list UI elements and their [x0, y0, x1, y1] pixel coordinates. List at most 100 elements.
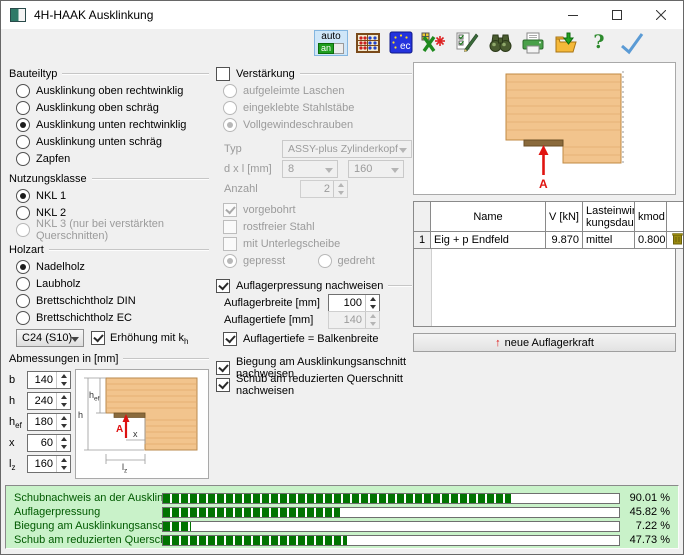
- group-nutzungsklasse: Nutzungsklasse: [9, 171, 209, 187]
- radio-laschen: aufgeleimte Laschen: [216, 82, 412, 99]
- spin-value: 240: [28, 393, 56, 409]
- radio-nadelholz[interactable]: Nadelholz: [9, 258, 209, 275]
- spin-buttons[interactable]: [56, 393, 70, 409]
- b-spinner[interactable]: 140: [27, 371, 71, 389]
- result-value: 45.82 %: [626, 506, 670, 518]
- auto-label: auto: [321, 32, 340, 42]
- radio-label: Brettschichtholz EC: [36, 312, 132, 324]
- verstaerkung-checkbox[interactable]: Verstärkung: [216, 67, 295, 81]
- radio-label: Ausklinkung unten rechtwinklig: [36, 119, 186, 131]
- cell-dauer[interactable]: mittel: [583, 232, 635, 249]
- search-button[interactable]: [487, 31, 513, 55]
- grade-select[interactable]: C24 (S10): [16, 329, 84, 347]
- help-button[interactable]: ?: [586, 31, 612, 55]
- radio-label: Ausklinkung oben schräg: [36, 102, 159, 114]
- close-button[interactable]: [639, 1, 683, 29]
- chevron-down-icon: [399, 148, 407, 153]
- checkbox-icon: [216, 279, 230, 293]
- eurocode-button[interactable]: ec: [388, 31, 414, 55]
- support-A-label: A: [539, 177, 548, 191]
- cell-v[interactable]: 9.870: [546, 232, 583, 249]
- group-abmessungen: Abmessungen in [mm]: [9, 351, 209, 367]
- field-hef: hef 180: [9, 411, 71, 432]
- radio-ausklinkung-oben-schraeg[interactable]: Ausklinkung oben schräg: [9, 99, 209, 116]
- h-label: h: [78, 410, 83, 420]
- group-caption: Verstärkung: [236, 68, 295, 80]
- confirm-check-icon: [619, 31, 645, 55]
- x-spinner[interactable]: 60: [27, 434, 71, 452]
- radio-label: aufgeleimte Laschen: [243, 85, 345, 97]
- delete-row-button[interactable]: [667, 232, 684, 249]
- new-support-load-button[interactable]: ↑ neue Auflagerkraft: [413, 333, 676, 352]
- field-label: b: [9, 374, 27, 386]
- auflagerpressung-checkbox[interactable]: Auflagerpressung nachweisen: [216, 279, 383, 293]
- auflagerbreite-row: Auflagerbreite [mm] 100: [216, 294, 412, 311]
- edit-checklist-button[interactable]: [454, 31, 480, 55]
- delete-loads-button[interactable]: [421, 31, 447, 55]
- checkbox-label: Auflagertiefe = Balkenbreite: [243, 333, 378, 345]
- checkbox-label: mit Unterlegscheibe: [243, 238, 340, 250]
- import-button[interactable]: [553, 31, 579, 55]
- progress-bar: [162, 493, 620, 504]
- radio-icon: [16, 294, 30, 308]
- progress-bar: [162, 521, 620, 532]
- radio-bsh-din[interactable]: Brettschichtholz DIN: [9, 292, 209, 309]
- spin-buttons[interactable]: [56, 414, 70, 430]
- lz-spinner[interactable]: 160: [27, 455, 71, 473]
- spin-buttons[interactable]: [365, 295, 379, 311]
- spin-buttons[interactable]: [56, 435, 70, 451]
- maximize-button[interactable]: [595, 1, 639, 29]
- spin-buttons[interactable]: [56, 456, 70, 472]
- spin-value: 140: [28, 372, 56, 388]
- app-icon: [10, 8, 26, 22]
- auto-an-toggle-button[interactable]: auto an: [314, 30, 348, 56]
- radio-icon: [16, 206, 30, 220]
- spin-buttons[interactable]: [56, 372, 70, 388]
- result-row: Biegung am Ausklinkungsanschnitt 7.22 %: [6, 519, 678, 533]
- load-table-button[interactable]: [355, 31, 381, 55]
- checkbox-tiefe-balkenbreite[interactable]: Auflagertiefe = Balkenbreite: [216, 330, 412, 347]
- radio-nkl1[interactable]: NKL 1: [9, 187, 209, 204]
- x-label: x: [133, 429, 138, 439]
- group-rule: [388, 285, 412, 287]
- radio-bsh-ec[interactable]: Brettschichtholz EC: [9, 309, 209, 326]
- radio-icon: [16, 260, 30, 274]
- hef-spinner[interactable]: 180: [27, 413, 71, 431]
- toolbar: auto an ec: [1, 29, 683, 57]
- radio-icon: [16, 277, 30, 291]
- printer-icon: [521, 32, 545, 54]
- radio-zapfen[interactable]: Zapfen: [9, 150, 209, 167]
- group-auflagerpressung: Auflagerpressung nachweisen: [216, 278, 412, 294]
- cell-name[interactable]: Eig + p Endfeld: [431, 232, 546, 249]
- radio-icon: [16, 84, 30, 98]
- spin-value: 140: [329, 312, 365, 328]
- progress-bar: [162, 507, 620, 518]
- checkbox-schub[interactable]: Schub am reduzierten Querschnitt nachwei…: [216, 376, 412, 393]
- d-select: 8: [282, 160, 338, 178]
- radio-ausklinkung-oben-rechtwinklig[interactable]: Ausklinkung oben rechtwinklig: [9, 82, 209, 99]
- radio-ausklinkung-unten-schraeg[interactable]: Ausklinkung unten schräg: [9, 133, 209, 150]
- radio-icon: [16, 189, 30, 203]
- result-row: Auflagerpressung 45.82 %: [6, 505, 678, 519]
- confirm-button[interactable]: [619, 31, 645, 55]
- print-button[interactable]: [520, 31, 546, 55]
- minimize-button[interactable]: [551, 1, 595, 29]
- cell-kmod[interactable]: 0.800: [635, 232, 667, 249]
- hef-label: hef: [89, 390, 100, 403]
- table-row[interactable]: 1 Eig + p Endfeld 9.870 mittel 0.800: [414, 232, 684, 249]
- kh-checkbox[interactable]: Erhöhung mit kh: [91, 331, 188, 345]
- group-bauteiltyp: Bauteiltyp: [9, 66, 209, 82]
- dimension-diagram: h hef A x lz: [75, 369, 209, 479]
- window-title: 4H-HAAK Ausklinkung: [34, 8, 551, 22]
- anzahl-spinner: 2: [300, 180, 348, 198]
- auflagerbreite-spinner[interactable]: 100: [328, 294, 380, 312]
- h-spinner[interactable]: 240: [27, 392, 71, 410]
- up-arrow-icon: ↑: [495, 337, 501, 349]
- radio-label: Zapfen: [36, 153, 70, 165]
- radio-laubholz[interactable]: Laubholz: [9, 275, 209, 292]
- result-label: Schub am reduzierten Querschnitt: [14, 534, 160, 546]
- table-empty-area: [413, 249, 676, 327]
- l-value: 160: [354, 163, 372, 175]
- radio-ausklinkung-unten-rechtwinklig[interactable]: Ausklinkung unten rechtwinklig: [9, 116, 209, 133]
- col-header-name: Name: [431, 202, 546, 232]
